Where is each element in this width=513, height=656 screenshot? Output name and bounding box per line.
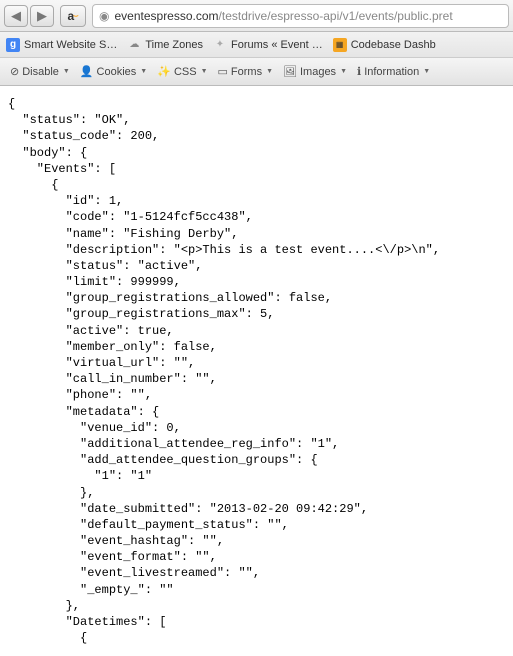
css-menu[interactable]: ✨CSS▼: [153, 65, 211, 78]
chevron-down-icon: ▼: [63, 68, 70, 75]
chevron-down-icon: ▼: [140, 68, 147, 75]
bookmark-time-zones[interactable]: ☁Time Zones: [127, 38, 203, 52]
address-bar[interactable]: ◉ eventespresso.com/testdrive/espresso-a…: [92, 4, 509, 28]
disable-icon: ⊘: [10, 65, 19, 78]
information-menu[interactable]: ℹInformation▼: [353, 65, 434, 78]
codebase-favicon-icon: ▦: [333, 38, 347, 52]
forms-icon: ▭: [218, 65, 228, 78]
forward-button[interactable]: ▶: [30, 5, 54, 27]
info-icon: ℹ: [357, 65, 361, 78]
images-menu[interactable]: 🖼Images▼: [279, 65, 351, 78]
ee-favicon-icon: ✦: [213, 38, 227, 52]
bookmark-forums[interactable]: ✦Forums « Event …: [213, 38, 323, 52]
developer-toolbar: ⊘Disable▼ 👤Cookies▼ ✨CSS▼ ▭Forms▼ 🖼Image…: [0, 58, 513, 86]
chevron-down-icon: ▼: [266, 68, 273, 75]
google-favicon-icon: g: [6, 38, 20, 52]
bookmark-codebase[interactable]: ▦Codebase Dashb: [333, 38, 436, 52]
chevron-down-icon: ▼: [201, 68, 208, 75]
cookies-icon: 👤: [80, 65, 94, 78]
chevron-down-icon: ▼: [340, 68, 347, 75]
css-icon: ✨: [157, 65, 171, 78]
images-icon: 🖼: [283, 65, 297, 78]
disable-menu[interactable]: ⊘Disable▼: [6, 65, 74, 78]
forms-menu[interactable]: ▭Forms▼: [214, 65, 278, 78]
cookies-menu[interactable]: 👤Cookies▼: [76, 65, 151, 78]
bookmarks-bar: gSmart Website S… ☁Time Zones ✦Forums « …: [0, 32, 513, 58]
amazon-swoosh-icon: ⌣: [73, 11, 78, 21]
browser-toolbar: ◀ ▶ a⌣ ◉ eventespresso.com/testdrive/esp…: [0, 0, 513, 32]
amazon-button[interactable]: a⌣: [60, 5, 86, 27]
chevron-down-icon: ▼: [423, 68, 430, 75]
globe-icon: ◉: [99, 9, 109, 23]
json-response-body: { "status": "OK", "status_code": 200, "b…: [0, 86, 513, 656]
bookmark-smart-website[interactable]: gSmart Website S…: [6, 38, 117, 52]
back-button[interactable]: ◀: [4, 5, 28, 27]
cloud-favicon-icon: ☁: [127, 38, 141, 52]
